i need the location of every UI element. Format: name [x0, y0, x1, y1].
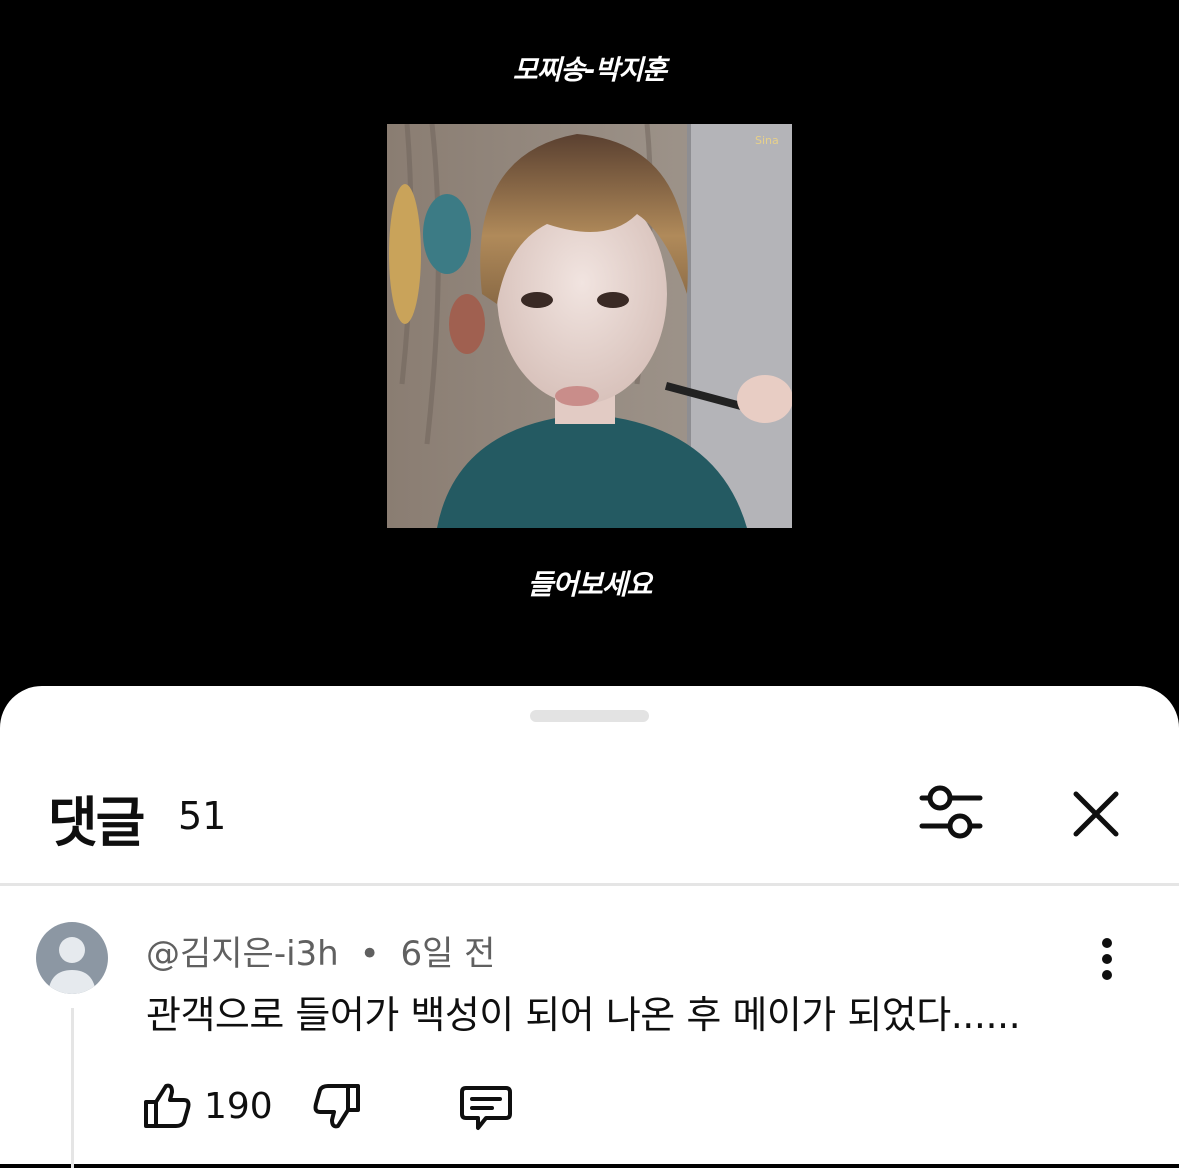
reply-icon — [460, 1086, 512, 1130]
sort-filter-button[interactable] — [914, 784, 988, 844]
comment-time: 6일 전 — [400, 934, 496, 974]
thumbs-down-icon — [313, 1084, 360, 1129]
meta-separator: • — [359, 934, 380, 974]
video-title: 모찌송-박지훈 — [512, 55, 667, 86]
video-thumbnail: Sina — [387, 124, 792, 528]
close-icon — [1073, 791, 1119, 837]
video-area[interactable]: 모찌송-박지훈 Sina 들어보세요 — [0, 0, 1179, 700]
video-caption: 들어보세요 — [527, 568, 653, 601]
thread-line — [71, 1008, 74, 1168]
watermark-text: Sina — [755, 134, 779, 147]
thumbs-up-icon — [144, 1083, 191, 1128]
reply-button[interactable] — [458, 1082, 514, 1134]
dislike-button[interactable] — [310, 1082, 364, 1132]
avatar[interactable] — [36, 922, 108, 994]
more-vert-icon — [1102, 938, 1112, 980]
comment-author[interactable]: @김지은-i3h — [146, 934, 339, 974]
like-button[interactable] — [140, 1080, 194, 1130]
sliders-icon — [919, 785, 983, 839]
comment-text: 관객으로 들어가 백성이 되어 나온 후 메이가 되었다...... — [146, 993, 1021, 1037]
comments-title: 댓글 — [48, 791, 145, 854]
default-avatar-icon — [36, 922, 108, 994]
comment-meta: @김지은-i3h • 6일 전 — [146, 926, 495, 975]
header-divider — [0, 883, 1179, 886]
close-button[interactable] — [1066, 784, 1126, 844]
comment-more-button[interactable] — [1092, 936, 1122, 982]
drag-handle[interactable] — [530, 710, 649, 722]
comments-count: 51 — [178, 794, 227, 838]
comments-sheet: 댓글 51 @김지은-i3h • 6일 전 관객으로 들어가 백성이 되어 나온… — [0, 686, 1179, 1168]
like-count: 190 — [204, 1086, 273, 1127]
